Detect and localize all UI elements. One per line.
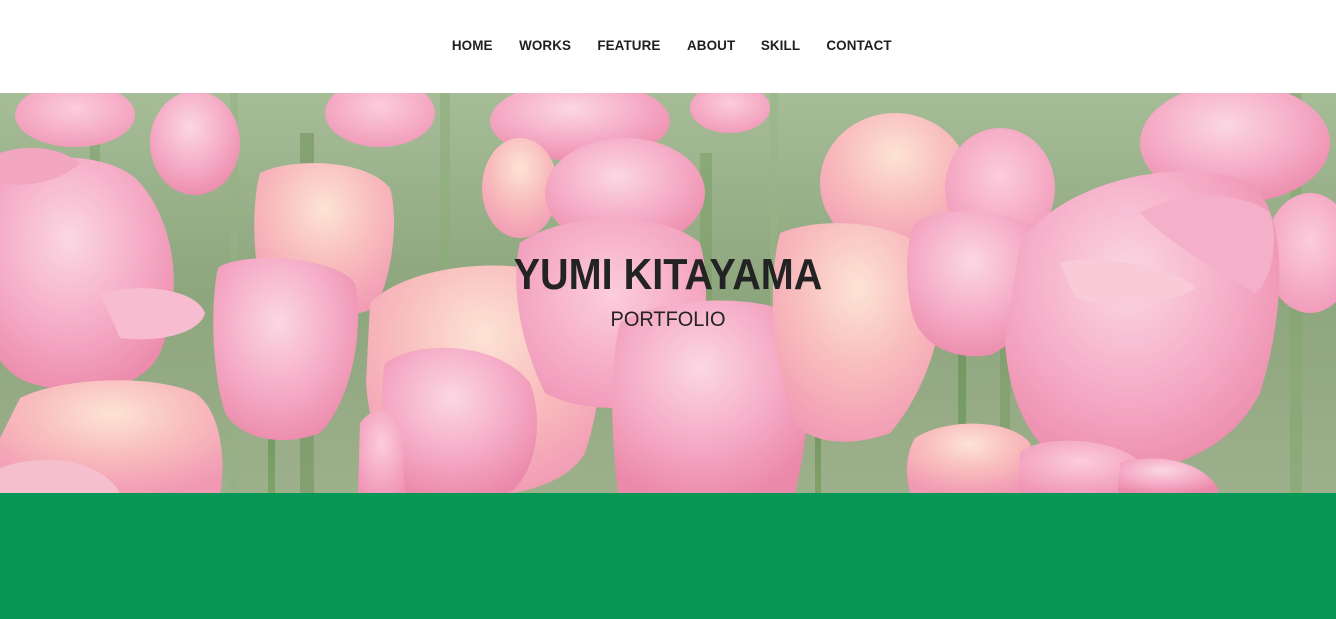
hero-section: YUMI KITAYAMA PORTFOLIO [0,93,1336,493]
hero-subtitle: PORTFOLIO [610,308,726,331]
nav-works-link[interactable]: WORKS [519,37,571,53]
nav-about-link[interactable]: ABOUT [687,37,735,53]
nav-skill-link[interactable]: SKILL [761,37,800,53]
site-header: HOME WORKS FEATURE ABOUT SKILL CONTACT [0,0,1336,93]
nav-home-link[interactable]: HOME [452,37,493,53]
nav-feature-link[interactable]: FEATURE [597,37,660,53]
green-section [0,493,1336,619]
hero-title: YUMI KITAYAMA [513,250,823,299]
nav-contact-link[interactable]: CONTACT [826,37,891,53]
main-nav: HOME WORKS FEATURE ABOUT SKILL CONTACT [0,0,1336,93]
